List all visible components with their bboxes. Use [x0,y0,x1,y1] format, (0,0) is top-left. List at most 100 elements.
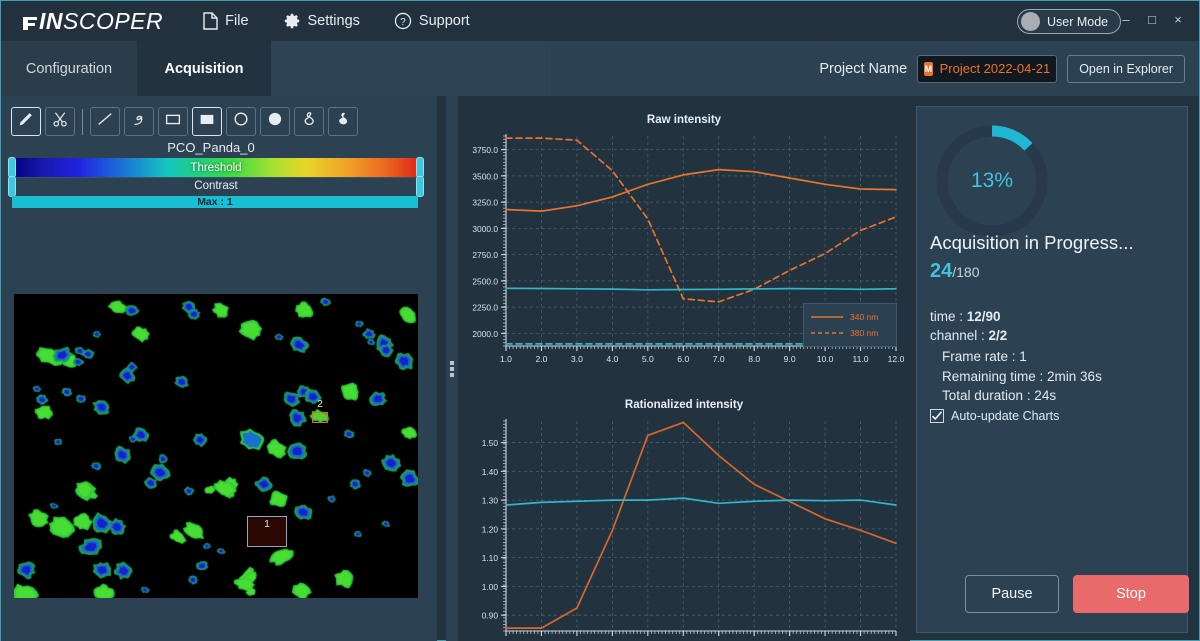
question-circle-icon: ? [394,12,412,30]
application-window: IN SCOPER File Settings ? Support User M… [0,0,1200,641]
maximize-button[interactable]: □ [1139,4,1165,34]
scissors-icon [52,111,69,133]
legend-label-380: 380 nm [850,328,879,338]
svg-text:8.0: 8.0 [748,354,760,364]
logo-flag-icon [23,9,38,30]
progress-percent: 13% [970,169,1014,192]
chart-raw-intensity: Raw intensity 2000.0 2250.0 2500.0 2750.0 30… [458,96,910,381]
svg-text:6.0: 6.0 [677,354,689,364]
project-name-field[interactable]: M Project 2022-04-21 [917,54,1058,83]
tool-ellipse-filled[interactable] [260,107,290,136]
window-controls: – □ × [1113,1,1191,37]
svg-text:2.0: 2.0 [535,354,547,364]
threshold-slider[interactable]: Threshold [8,157,424,178]
tool-scissors[interactable] [45,107,75,136]
user-mode-toggle[interactable]: User Mode [1017,9,1121,34]
svg-text:3.0: 3.0 [571,354,583,364]
tool-polygon-filled[interactable] [328,107,358,136]
tool-polygon-outline[interactable] [294,107,324,136]
logo-in: IN [39,7,63,34]
svg-text:1.00: 1.00 [482,582,499,592]
menu-item-settings[interactable]: Settings [283,12,360,30]
max-bar[interactable]: Max : 1 [12,196,418,208]
minimize-button[interactable]: – [1113,4,1139,34]
plot-ratio[interactable]: 0.901.001.101.201.301.401.501.02.03.04.0… [458,411,910,641]
check-icon [931,411,943,421]
drawing-toolbar [11,107,358,136]
svg-text:3250.0: 3250.0 [472,198,498,208]
toggle-knob [1021,12,1040,31]
project-name-label: Project Name [819,60,908,77]
threshold-handle-right[interactable] [416,157,424,178]
roi-label-1: 1 [264,519,270,530]
contrast-handle-left[interactable] [8,176,16,197]
auto-update-label: Auto-update Charts [951,409,1060,423]
info-time-label: time : [930,309,967,324]
microscopy-image[interactable]: 1 2 [13,293,419,599]
open-in-explorer-button[interactable]: Open in Explorer [1067,54,1185,83]
svg-text:12.0: 12.0 [888,354,905,364]
info-total-duration: Total duration : 24s [942,388,1057,403]
contrast-slider[interactable]: Contrast [8,176,424,197]
tab-configuration[interactable]: Configuration [1,41,137,96]
polygon-filled-icon [334,110,352,133]
project-row: Project Name M Project 2022-04-21 Open i… [819,41,1185,96]
chart-rationalized-intensity: Rationalized intensity 0.90 1.00 1.10 1.20 1… [458,381,910,641]
info-remaining-time: Remaining time : 2min 36s [942,368,1102,384]
roi-region-2[interactable]: 2 [312,399,328,423]
roi-label-2: 2 [317,399,323,410]
acquisition-total: /180 [952,264,980,280]
tool-ellipse-outline[interactable] [226,107,256,136]
acquisition-title: Acquisition in Progress... [930,232,1134,253]
title-bar: IN SCOPER File Settings ? Support User M… [1,1,1199,41]
plot-raw[interactable]: 2000.0 2250.0 2500.0 2750.0 3000.0 3250.0 3500… [458,126,910,381]
svg-text:1.10: 1.10 [482,553,499,563]
freehand-line-icon [130,110,148,133]
contrast-handle-right[interactable] [416,176,424,197]
tool-line[interactable] [90,107,120,136]
tool-rectangle-outline[interactable] [158,107,188,136]
panel-splitter[interactable] [446,96,458,641]
stop-button[interactable]: Stop [1073,575,1189,613]
auto-update-checkbox[interactable] [930,409,944,423]
lut-sliders: Threshold Contrast Max : 1 [8,157,424,208]
tool-pencil[interactable] [11,107,41,136]
svg-text:1.30: 1.30 [482,496,499,506]
svg-text:4.0: 4.0 [606,354,618,364]
pause-button[interactable]: Pause [965,575,1059,613]
roi-region-1[interactable]: 1 [247,516,287,547]
svg-text:11.0: 11.0 [852,354,868,364]
rectangle-outline-icon [163,111,183,132]
charts-area: Raw intensity 2000.0 2250.0 2500.0 2750.0 30… [458,96,910,641]
auto-update-charts-row[interactable]: Auto-update Charts [930,409,1059,423]
svg-text:9.0: 9.0 [784,354,796,364]
acquisition-counter: 24/180 [930,260,980,283]
menu-item-file[interactable]: File [203,12,249,30]
camera-label: PCO_Panda_0 [167,140,255,155]
line-icon [95,110,115,133]
main-menu: File Settings ? Support [203,12,470,30]
tool-freehand[interactable] [124,107,154,136]
legend-row-340: 340 nm [810,312,890,322]
tool-rectangle-filled[interactable] [192,107,222,136]
info-time-value: 12/90 [966,309,1001,324]
acquisition-current: 24 [930,260,953,282]
plot-ratio-svg: 0.901.001.101.201.301.401.501.02.03.04.0… [482,419,905,641]
tab-acquisition[interactable]: Acquisition [137,41,271,96]
project-name-value: Project 2022-04-21 [939,61,1051,76]
svg-text:0.90: 0.90 [482,611,499,621]
ellipse-outline-icon [232,110,250,133]
acquisition-actions: Pause Stop [965,575,1189,613]
tab-bar: Configuration Acquisition Project Name M… [1,41,1199,96]
gear-icon [283,12,301,30]
svg-text:10.0: 10.0 [817,354,834,364]
info-frame-rate: Frame rate : 1 [942,349,1027,364]
svg-text:1.40: 1.40 [482,467,499,477]
threshold-handle-left[interactable] [8,157,16,178]
max-label: Max : 1 [197,196,233,208]
menu-item-support[interactable]: ? Support [394,12,470,30]
progress-donut: 13% [931,120,1053,242]
rectangle-filled-icon [197,111,217,132]
contrast-label: Contrast [194,180,238,192]
close-button[interactable]: × [1165,4,1191,34]
